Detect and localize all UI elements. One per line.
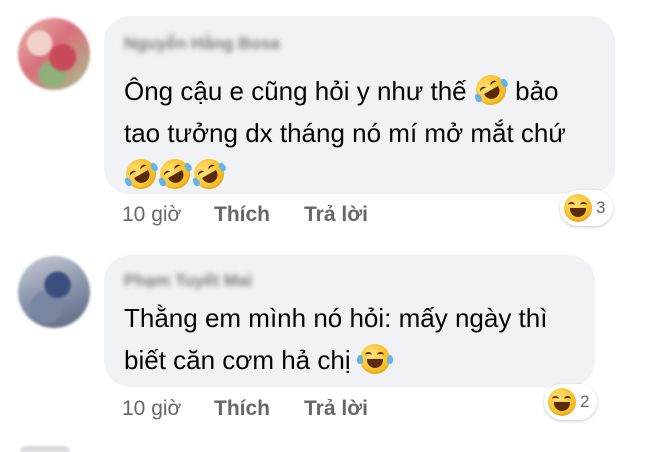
like-button[interactable]: Thích bbox=[214, 203, 304, 227]
comment-text: Thằng em mình nó hỏi: mấy ngày thì biết … bbox=[124, 297, 547, 381]
laughing-face-icon bbox=[548, 388, 576, 416]
rolling-laughing-emoji-icon bbox=[154, 153, 196, 195]
comment-text-line: biết căn cơm hả chị bbox=[124, 345, 351, 375]
reaction-summary[interactable]: 2 bbox=[544, 384, 598, 420]
rolling-laughing-emoji-icon bbox=[470, 69, 512, 111]
comment-text-line: Ông cậu e cũng hỏi y như thế bbox=[124, 76, 467, 106]
comment-bubble: Phạm Tuyết Mai Thằng em mình nó hỏi: mấy… bbox=[104, 255, 595, 387]
reply-button[interactable]: Trả lời bbox=[304, 397, 368, 421]
comment-text-line: Thằng em mình nó hỏi: mấy ngày thì bbox=[124, 303, 548, 333]
rolling-laughing-emoji-icon bbox=[188, 153, 230, 195]
reaction-summary[interactable]: 3 bbox=[560, 190, 614, 226]
comment-author[interactable]: Phạm Tuyết Mai bbox=[124, 271, 252, 291]
comment-author[interactable]: Nguyễn Hằng Bosa bbox=[124, 34, 280, 54]
comment-actions: 10 giờ Thích Trả lời bbox=[122, 203, 368, 227]
tears-of-joy-emoji-icon bbox=[356, 344, 393, 374]
rolling-laughing-emoji-icon bbox=[120, 153, 162, 195]
like-button[interactable]: Thích bbox=[214, 397, 304, 421]
avatar[interactable] bbox=[18, 18, 90, 90]
comment-text-line: bảo bbox=[515, 76, 559, 106]
comment-timestamp[interactable]: 10 giờ bbox=[122, 397, 214, 421]
avatar[interactable] bbox=[18, 256, 90, 328]
comment-bubble: Nguyễn Hằng Bosa Ông cậu e cũng hỏi y nh… bbox=[104, 16, 615, 196]
comment-actions: 10 giờ Thích Trả lời bbox=[122, 397, 368, 421]
reaction-count: 3 bbox=[596, 198, 606, 217]
reply-button[interactable]: Trả lời bbox=[304, 203, 368, 227]
comment-text-line: tao tưởng dx tháng nó mí mở mắt chứ bbox=[124, 118, 566, 148]
laughing-face-icon bbox=[564, 194, 592, 222]
reaction-count: 2 bbox=[580, 392, 590, 411]
next-comment-avatar-edge bbox=[20, 446, 70, 452]
comment-text: Ông cậu e cũng hỏi y như thế bảo tao tưở… bbox=[120, 69, 566, 196]
comment-timestamp[interactable]: 10 giờ bbox=[122, 203, 214, 227]
